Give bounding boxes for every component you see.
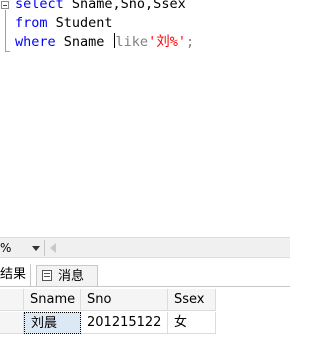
table-name: Student <box>47 15 113 31</box>
cell-sno[interactable]: 201215122 <box>81 312 168 334</box>
grid-corner-header[interactable] <box>0 289 24 311</box>
collapse-toggle-icon[interactable] <box>1 1 9 9</box>
keyword-from: from <box>15 15 48 31</box>
scroll-left-icon[interactable] <box>50 243 56 253</box>
zoom-scroll-bar: % <box>0 237 290 258</box>
query-editor[interactable]: select Sname,Sno,Ssex from Student where… <box>0 0 290 235</box>
keyword-where: where <box>15 34 56 50</box>
column-header-ssex[interactable]: Ssex <box>168 289 216 311</box>
zoom-dropdown-icon[interactable] <box>32 246 40 251</box>
fold-guide-end <box>5 51 10 52</box>
zoom-level[interactable]: % <box>0 241 11 255</box>
column-header-sno[interactable]: Sno <box>81 289 168 311</box>
code-line-3[interactable]: where Sname like'刘%'; <box>15 33 194 52</box>
row-header-1[interactable] <box>0 312 24 334</box>
where-column: Sname <box>55 34 113 50</box>
string-literal: '刘%' <box>148 34 186 50</box>
zoom-separator <box>44 240 45 256</box>
code-line-2[interactable]: from Student <box>15 14 113 33</box>
tab-messages-label: 消息 <box>58 269 85 284</box>
keyword-like: like <box>115 34 149 50</box>
result-tabs: 结果 消息 <box>0 262 290 287</box>
messages-icon <box>42 270 52 281</box>
statement-terminator: ; <box>185 34 195 50</box>
cell-ssex[interactable]: 女 <box>168 312 216 334</box>
select-columns: Sname,Sno,Ssex <box>63 0 186 12</box>
tab-messages[interactable]: 消息 <box>36 265 98 286</box>
text-caret <box>113 33 115 48</box>
cell-sname[interactable]: 刘晨 <box>24 312 81 334</box>
results-grid[interactable]: Sname Sno Ssex 刘晨 201215122 女 <box>0 287 290 355</box>
code-line-1[interactable]: select Sname,Sno,Ssex <box>15 0 186 14</box>
column-header-sname[interactable]: Sname <box>24 289 81 311</box>
fold-guide-line <box>5 10 6 52</box>
tab-results[interactable]: 结果 <box>0 264 32 286</box>
keyword-select: select <box>15 0 64 12</box>
